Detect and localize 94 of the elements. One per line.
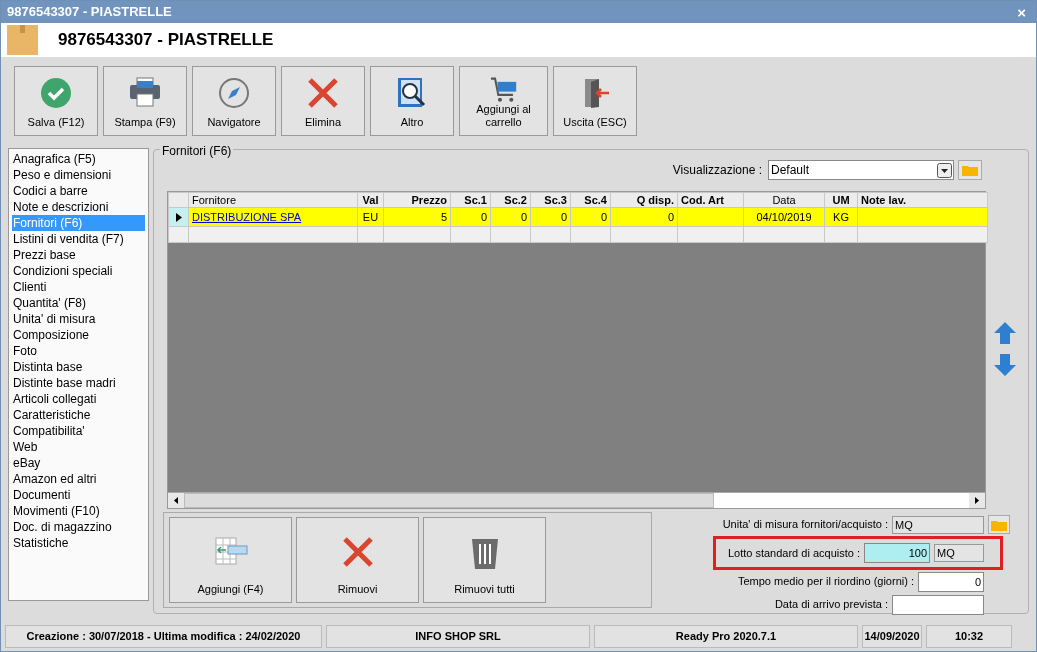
toolbar-button[interactable]: Navigatore xyxy=(192,66,276,136)
column-header[interactable]: Cod. Art xyxy=(677,192,744,208)
section-item[interactable]: Amazon ed altri xyxy=(12,471,145,487)
field-label: Unita' di misura fornitori/acquisto : xyxy=(722,517,888,533)
status-cell: Ready Pro 2020.7.1 xyxy=(594,625,858,648)
table-cell: 5 xyxy=(440,210,447,223)
folder-button[interactable] xyxy=(988,515,1010,534)
section-item[interactable]: Composizione xyxy=(12,327,145,343)
toolbar-button[interactable]: Altro xyxy=(370,66,454,136)
view-value: Default xyxy=(771,162,810,179)
trash-icon xyxy=(469,536,500,570)
column-header[interactable]: Sc.4 xyxy=(570,192,611,208)
table-cell: 0 xyxy=(520,210,527,223)
column-header[interactable]: Data xyxy=(743,192,825,208)
scroll-thumb[interactable] xyxy=(184,493,714,508)
arrow-up-icon xyxy=(993,321,1017,345)
status-cell: Creazione : 30/07/2018 - Ultima modifica : 24/02/2020 xyxy=(5,625,322,648)
column-header[interactable]: Sc.2 xyxy=(490,192,531,208)
section-item[interactable]: Clienti xyxy=(12,279,145,295)
table-cell: 04/10/2019 xyxy=(756,210,812,223)
section-item[interactable]: Articoli collegati xyxy=(12,391,145,407)
table-cell: EU xyxy=(362,210,379,223)
row-pointer-icon xyxy=(175,213,182,223)
number-field[interactable]: 0 xyxy=(918,571,984,592)
magnifier-book-icon xyxy=(396,77,428,109)
view-dropdown[interactable]: Default xyxy=(768,160,954,180)
field-label: Data di arrivo prevista : xyxy=(774,597,888,613)
toolbar-button[interactable]: Stampa (F9) xyxy=(103,66,187,136)
column-header[interactable]: Val xyxy=(357,192,384,208)
column-header[interactable]: UM xyxy=(824,192,858,208)
section-item[interactable]: Web xyxy=(12,439,145,455)
section-item[interactable]: Caratteristiche xyxy=(12,407,145,423)
section-item[interactable]: Codici a barre xyxy=(12,183,145,199)
column-header[interactable]: Fornitore xyxy=(188,192,358,208)
section-item[interactable]: Distinta base xyxy=(12,359,145,375)
section-item[interactable]: Statistiche xyxy=(12,535,145,551)
action-button[interactable]: Rimuovi xyxy=(296,517,419,603)
printer-icon xyxy=(129,77,161,107)
section-item[interactable]: Peso e dimensioni xyxy=(12,167,145,183)
arrow-down-icon xyxy=(993,353,1017,377)
field-label: Lotto standard di acquisto : xyxy=(727,545,860,561)
unit-field[interactable]: MQ xyxy=(892,515,984,534)
table-cell: 0 xyxy=(480,210,487,223)
field-label: Tempo medio per il riordino (giorni) : xyxy=(737,574,914,590)
section-item[interactable]: Unita' di misura xyxy=(12,311,145,327)
view-label: Visualizzazione : xyxy=(672,162,762,179)
column-header[interactable]: Q disp. xyxy=(610,192,678,208)
section-item[interactable]: Prezzi base xyxy=(12,247,145,263)
table-cell: 0 xyxy=(600,210,607,223)
folder-icon xyxy=(991,518,1007,531)
window-title: 9876543307 - PIASTRELLE xyxy=(7,3,172,22)
table-cell: 0 xyxy=(560,210,567,223)
horizontal-scrollbar[interactable] xyxy=(168,492,985,508)
action-button[interactable]: Aggiungi (F4) xyxy=(169,517,292,603)
number-field[interactable]: 100 xyxy=(864,543,930,563)
box-icon xyxy=(7,25,38,55)
cross-icon xyxy=(341,536,374,568)
section-item[interactable]: Distinte base madri xyxy=(12,375,145,391)
status-cell: INFO SHOP SRL xyxy=(326,625,590,648)
section-item[interactable]: Doc. di magazzino xyxy=(12,519,145,535)
folder-icon xyxy=(962,164,978,176)
section-item[interactable]: Quantita' (F8) xyxy=(12,295,145,311)
status-cell: 10:32 xyxy=(926,625,1012,648)
section-item[interactable]: Movimenti (F10) xyxy=(12,503,145,519)
section-item[interactable]: Listini di vendita (F7) xyxy=(12,231,145,247)
check-icon xyxy=(40,77,72,109)
toolbar-button[interactable]: Uscita (ESC) xyxy=(553,66,637,136)
column-header[interactable]: Sc.1 xyxy=(450,192,491,208)
section-item[interactable]: Documenti xyxy=(12,487,145,503)
column-header[interactable]: Prezzo xyxy=(383,192,451,208)
section-item[interactable]: Anagrafica (F5) xyxy=(12,151,145,167)
status-cell: 14/09/2020 xyxy=(862,625,922,648)
date-field[interactable] xyxy=(892,594,984,615)
folder-button[interactable] xyxy=(958,160,982,180)
compass-icon xyxy=(218,77,250,109)
section-item[interactable]: Condizioni speciali xyxy=(12,263,145,279)
table-cell: KG xyxy=(833,210,849,223)
toolbar-button[interactable]: Salva (F12) xyxy=(14,66,98,136)
section-item[interactable]: Compatibilita' xyxy=(12,423,145,439)
item-title: 9876543307 - PIASTRELLE xyxy=(58,29,274,52)
column-header[interactable]: Note lav. xyxy=(857,192,988,208)
unit-field: MQ xyxy=(934,544,984,562)
action-button[interactable]: Rimuovi tutti xyxy=(423,517,546,603)
section-item[interactable]: Foto xyxy=(12,343,145,359)
toolbar-button[interactable]: Aggiungi al carrello xyxy=(459,66,548,136)
table-cell: 0 xyxy=(667,210,674,223)
toolbar-button[interactable]: Elimina xyxy=(281,66,365,136)
scroll-left-icon xyxy=(168,493,184,508)
column-header[interactable]: Sc.3 xyxy=(530,192,571,208)
scroll-right-icon xyxy=(969,493,985,508)
section-item[interactable]: eBay xyxy=(12,455,145,471)
table-add-icon xyxy=(213,536,248,566)
cross-icon xyxy=(307,77,339,109)
section-item[interactable]: Note e descrizioni xyxy=(12,199,145,215)
